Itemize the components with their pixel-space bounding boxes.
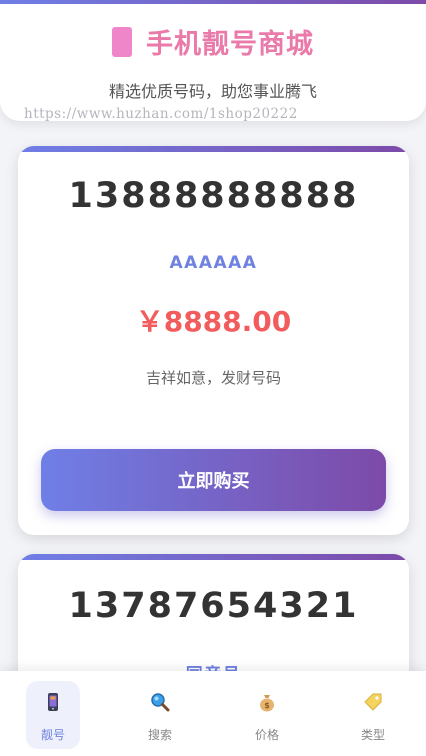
title-row: 手机靓号商城: [0, 22, 426, 61]
card-accent-bar: [18, 554, 409, 560]
money-bag-icon: $: [260, 695, 274, 712]
nav-label: 类型: [360, 728, 385, 742]
header: 手机靓号商城 精选优质号码，助您事业腾飞 https://www.huzhan.…: [0, 0, 426, 121]
magnifier-icon: [151, 693, 170, 712]
nav-item-numbers[interactable]: 靓号: [26, 681, 80, 749]
card-accent-bar: [18, 146, 409, 152]
nav-label: 靓号: [40, 728, 65, 742]
header-accent-bar: [0, 0, 426, 4]
nav-label: 价格: [254, 728, 279, 742]
phone-icon: [48, 693, 58, 711]
number-card: 13888888888 AAAAAA ￥8888.00 吉祥如意，发财号码 立即…: [18, 146, 409, 535]
bottom-nav: 靓号 搜索 $ 价格 类型: [0, 671, 426, 756]
tag-icon: [364, 693, 382, 711]
nav-item-search[interactable]: 搜索: [133, 681, 187, 749]
phone-number: 13888888888: [68, 176, 359, 216]
page-subtitle: 精选优质号码，助您事业腾飞: [108, 82, 317, 101]
svg-text:$: $: [264, 701, 270, 710]
number-price: ￥8888.00: [135, 305, 292, 338]
watermark-url: https://www.huzhan.com/1shop20222: [24, 106, 298, 121]
phone-icon: [112, 26, 132, 57]
nav-item-type[interactable]: 类型: [346, 681, 400, 749]
nav-item-price[interactable]: $ 价格: [240, 681, 294, 749]
phone-number: 13787654321: [68, 586, 359, 626]
page-title: 手机靓号商城: [146, 29, 314, 60]
nav-label: 搜索: [147, 728, 172, 742]
number-description: 吉祥如意，发财号码: [145, 369, 281, 387]
number-pattern: AAAAAA: [169, 253, 258, 273]
buy-now-button[interactable]: 立即购买: [41, 449, 386, 511]
